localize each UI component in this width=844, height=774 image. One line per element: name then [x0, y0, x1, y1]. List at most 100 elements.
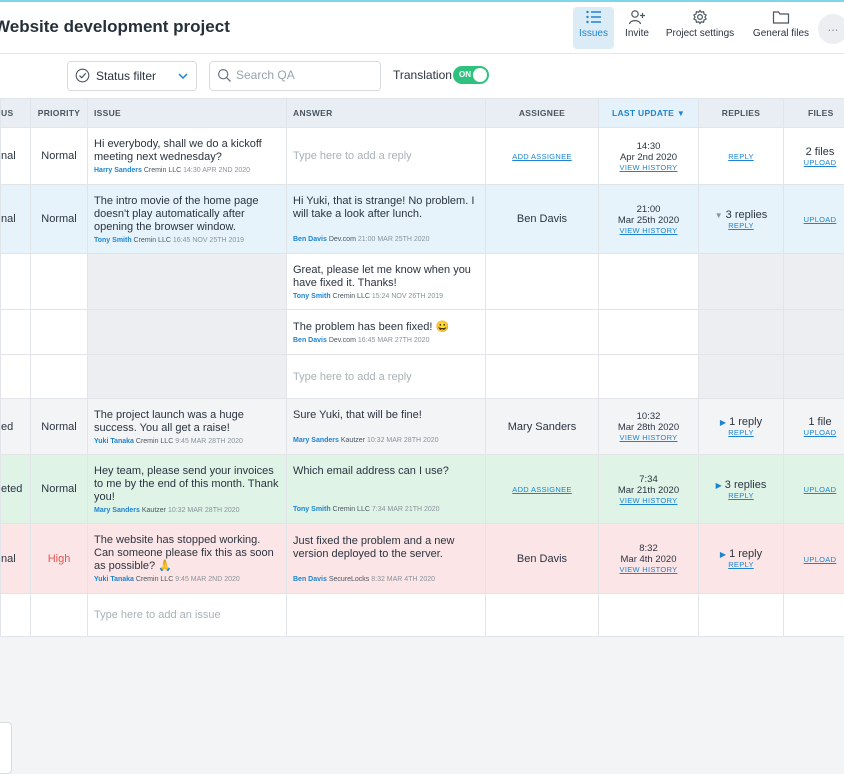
reply-link[interactable]: REPLY: [699, 221, 783, 230]
author-name[interactable]: Tony Smith: [94, 237, 132, 244]
issue-meta: Tony Smith Cremin LLC 16:45 NOV 25TH 201…: [94, 237, 280, 244]
column-last-update-header[interactable]: LAST UPDATE ▼: [599, 99, 699, 128]
assignee-cell[interactable]: Ben Davis: [486, 185, 599, 254]
replies-toggle[interactable]: ▶1 reply: [699, 416, 783, 428]
answer-cell[interactable]: Hi Yuki, that is strange! No problem. I …: [287, 185, 486, 254]
reply-link[interactable]: REPLY: [728, 152, 754, 161]
reply-link[interactable]: REPLY: [699, 491, 783, 500]
add-assignee-link[interactable]: ADD ASSIGNEE: [512, 485, 571, 494]
author-name[interactable]: Yuki Tanaka: [94, 438, 134, 445]
view-history-link[interactable]: VIEW HISTORY: [599, 496, 698, 505]
replies-toggle[interactable]: ▶3 replies: [699, 479, 783, 491]
upload-link[interactable]: UPLOAD: [804, 485, 837, 494]
column-issue-header[interactable]: ISSUE: [88, 99, 287, 128]
answer-meta: Tony Smith Cremin LLC 7:34 MAR 21TH 2020: [293, 506, 479, 513]
thread-spacer: [699, 355, 784, 399]
upload-link[interactable]: UPLOAD: [804, 215, 837, 224]
reply-placeholder[interactable]: Type here to add a reply: [287, 371, 485, 383]
update-time: 8:32: [599, 543, 698, 554]
view-history-link[interactable]: VIEW HISTORY: [599, 226, 698, 235]
column-status-header[interactable]: US: [1, 99, 31, 128]
issue-cell[interactable]: The website has stopped working. Can som…: [88, 524, 287, 594]
answer-cell[interactable]: The problem has been fixed! 😀 Ben Davis …: [287, 310, 486, 355]
author-name[interactable]: Tony Smith: [293, 293, 331, 300]
translation-toggle[interactable]: ON: [453, 66, 489, 84]
assignee-name[interactable]: Ben Davis: [517, 553, 567, 565]
new-issue-placeholder[interactable]: Type here to add an issue: [88, 609, 286, 621]
table-row[interactable]: ed Normal The project launch was a huge …: [1, 399, 844, 455]
answer-cell[interactable]: Great, please let me know when you have …: [287, 254, 486, 310]
issue-cell[interactable]: Hey team, please send your invoices to m…: [88, 455, 287, 524]
author-name[interactable]: Ben Davis: [293, 236, 327, 243]
update-date: Mar 4th 2020: [599, 554, 698, 565]
upload-link[interactable]: UPLOAD: [804, 555, 837, 564]
file-count[interactable]: 1 file: [784, 416, 844, 428]
update-time: 21:00: [599, 204, 698, 215]
view-history-link[interactable]: VIEW HISTORY: [599, 433, 698, 442]
priority-cell[interactable]: Normal: [31, 399, 88, 455]
view-history-link[interactable]: VIEW HISTORY: [599, 565, 698, 574]
nav-issues-button[interactable]: Issues: [573, 7, 614, 49]
assignee-cell[interactable]: Mary Sanders: [486, 399, 599, 455]
priority-cell[interactable]: Normal: [31, 185, 88, 254]
add-assignee-link[interactable]: ADD ASSIGNEE: [512, 152, 571, 161]
new-issue-cell[interactable]: Type here to add an issue: [88, 594, 287, 637]
table-row[interactable]: nal Normal Hi everybody, shall we do a k…: [1, 128, 844, 185]
status-cell[interactable]: nal: [1, 128, 31, 185]
author-name[interactable]: Yuki Tanaka: [94, 576, 134, 583]
author-name[interactable]: Mary Sanders: [293, 437, 339, 444]
answer-cell[interactable]: Type here to add a reply: [287, 355, 486, 399]
timestamp: 16:45 MAR 27TH 2020: [358, 337, 430, 344]
expand-triangle-icon: ▶: [716, 481, 722, 490]
column-files-header[interactable]: FILES: [784, 99, 844, 128]
status-filter-dropdown[interactable]: Status filter: [67, 61, 197, 91]
status-cell[interactable]: nal: [1, 185, 31, 254]
priority-cell[interactable]: Normal: [31, 455, 88, 524]
table-row[interactable]: eted Normal Hey team, please send your i…: [1, 455, 844, 524]
status-cell[interactable]: ed: [1, 399, 31, 455]
upload-link[interactable]: UPLOAD: [784, 158, 844, 167]
issue-cell[interactable]: The intro movie of the home page doesn't…: [88, 185, 287, 254]
column-answer-header[interactable]: ANSWER: [287, 99, 486, 128]
file-count[interactable]: 2 files: [784, 146, 844, 158]
files-cell: 2 files UPLOAD: [784, 128, 844, 185]
nav-general-files-button[interactable]: General files: [750, 7, 812, 49]
search-input[interactable]: [236, 68, 376, 82]
reply-link[interactable]: REPLY: [699, 428, 783, 437]
column-priority-header[interactable]: PRIORITY: [31, 99, 88, 128]
reply-placeholder[interactable]: Type here to add a reply: [287, 150, 485, 162]
answer-cell[interactable]: Type here to add a reply: [287, 128, 486, 185]
timestamp: 14:30 APR 2ND 2020: [183, 167, 250, 174]
status-cell[interactable]: eted: [1, 455, 31, 524]
column-assignee-header[interactable]: ASSIGNEE: [486, 99, 599, 128]
replies-toggle[interactable]: ▼3 replies: [699, 209, 783, 221]
column-replies-header[interactable]: REPLIES: [699, 99, 784, 128]
assignee-name[interactable]: Mary Sanders: [508, 421, 576, 433]
status-cell[interactable]: nal: [1, 524, 31, 594]
issue-cell[interactable]: The project launch was a huge success. Y…: [88, 399, 287, 455]
author-name[interactable]: Tony Smith: [293, 506, 331, 513]
thread-issue-spacer: [88, 310, 287, 355]
table-row[interactable]: nal Normal The intro movie of the home p…: [1, 185, 844, 254]
nav-invite-button[interactable]: Invite: [620, 7, 654, 49]
answer-cell[interactable]: Just fixed the problem and a new version…: [287, 524, 486, 594]
issue-cell[interactable]: Hi everybody, shall we do a kickoff meet…: [88, 128, 287, 185]
more-options-button[interactable]: ...: [818, 14, 844, 44]
answer-cell[interactable]: Sure Yuki, that will be fine! Mary Sande…: [287, 399, 486, 455]
author-name[interactable]: Ben Davis: [293, 576, 327, 583]
reply-link[interactable]: REPLY: [699, 560, 783, 569]
assignee-name[interactable]: Ben Davis: [517, 213, 567, 225]
upload-link[interactable]: UPLOAD: [784, 428, 844, 437]
author-name[interactable]: Ben Davis: [293, 337, 327, 344]
priority-cell[interactable]: High: [31, 524, 88, 594]
replies-toggle[interactable]: ▶1 reply: [699, 548, 783, 560]
priority-cell[interactable]: Normal: [31, 128, 88, 185]
author-name[interactable]: Harry Sanders: [94, 167, 142, 174]
author-name[interactable]: Mary Sanders: [94, 507, 140, 514]
table-row[interactable]: nal High The website has stopped working…: [1, 524, 844, 594]
nav-issues-label: Issues: [579, 28, 608, 39]
assignee-cell[interactable]: Ben Davis: [486, 524, 599, 594]
nav-project-settings-button[interactable]: Project settings: [664, 7, 736, 49]
view-history-link[interactable]: VIEW HISTORY: [599, 163, 698, 172]
answer-cell[interactable]: Which email address can I use? Tony Smit…: [287, 455, 486, 524]
